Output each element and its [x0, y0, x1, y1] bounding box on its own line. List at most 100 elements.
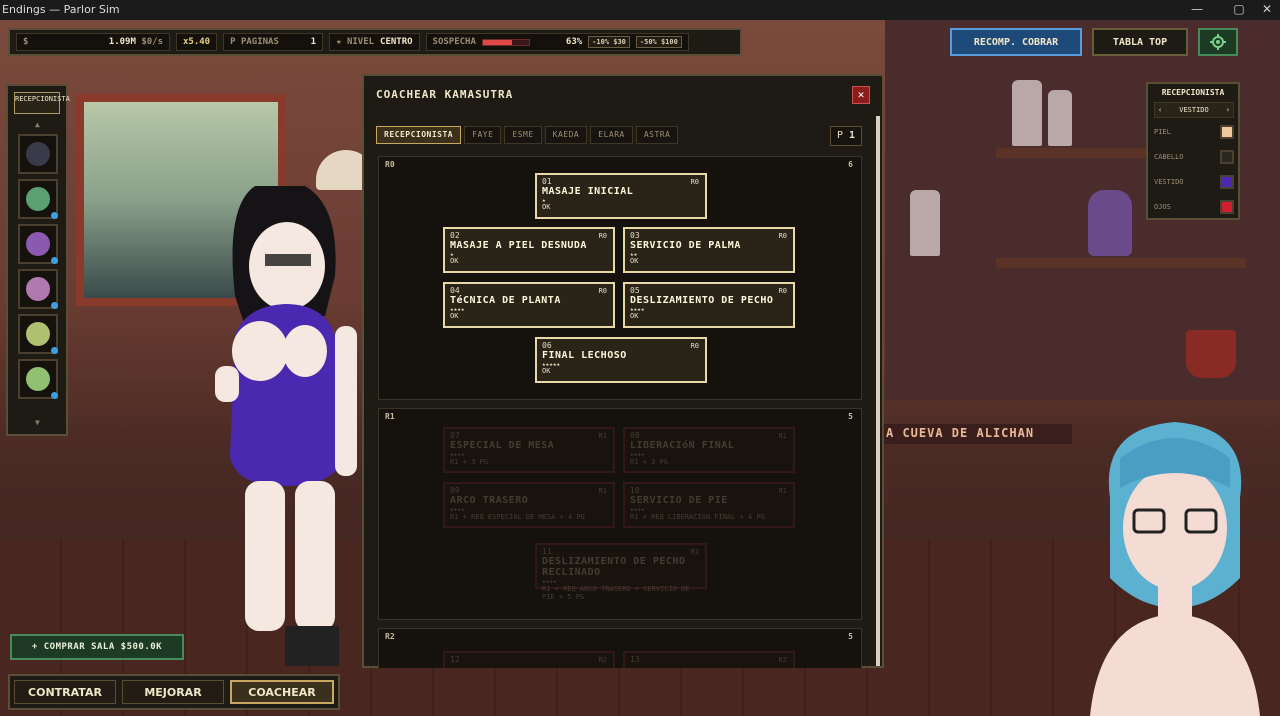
skill-node[interactable]: 03 R0 SERVICIO DE PALMA ★★ OK: [623, 227, 795, 273]
skill-status: OK: [630, 257, 639, 265]
shelf-lower: [996, 258, 1246, 268]
plant-pot-decor: [1186, 330, 1236, 378]
minimize-button[interactable]: —: [1184, 0, 1210, 20]
color-swatch[interactable]: [1220, 175, 1234, 189]
staff-avatar[interactable]: [18, 314, 58, 354]
color-swatch[interactable]: [1220, 150, 1234, 164]
skill-node[interactable]: 10 R1 SERVICIO DE PIE ★★★★ R1 + REQ LIBERACI…: [623, 482, 795, 528]
staff-avatar[interactable]: [18, 179, 58, 219]
reduce-10-button[interactable]: -10% $30: [588, 36, 630, 48]
skill-rank: R0: [690, 342, 699, 350]
close-panel-button[interactable]: ✕: [852, 86, 870, 104]
settings-button[interactable]: [1198, 28, 1238, 56]
skill-stars: ★★★★: [542, 578, 557, 585]
color-option[interactable]: PIEL: [1154, 124, 1234, 140]
staff-avatar[interactable]: [18, 359, 58, 399]
star-icon: ★: [336, 37, 342, 47]
skill-number: 11: [542, 547, 552, 556]
skill-number: 07: [450, 431, 460, 440]
pages-display: P PAGINAS 1: [223, 33, 324, 51]
outfit-selector[interactable]: ‹ VESTIDO ›: [1154, 102, 1234, 118]
reduce-50-button[interactable]: -50% $100: [635, 36, 682, 48]
skill-requirement: R1 + 3 PG: [450, 458, 488, 466]
color-option[interactable]: OJOS: [1154, 199, 1234, 215]
panel-scrollbar[interactable]: [876, 116, 880, 666]
skill-name: DESLIZAMIENTO DE PECHO: [630, 295, 774, 306]
staff-avatar[interactable]: [18, 224, 58, 264]
skill-node[interactable]: 04 R0 TéCNICA DE PLANTA ★★★★ OK: [443, 282, 615, 328]
skill-name: SERVICIO DE PIE: [630, 495, 728, 506]
skill-node[interactable]: 06 R0 FINAL LECHOSO ★★★★★ OK: [535, 337, 707, 383]
skill-rank: R0: [598, 232, 607, 240]
recomp-cobrar-button[interactable]: RECOMP. COBRAR: [950, 28, 1082, 56]
skill-node[interactable]: 12 R2: [443, 651, 615, 668]
window-title: Endings — Parlor Sim: [2, 3, 120, 16]
skill-status: OK: [542, 203, 551, 211]
skill-stars: ★★★★★: [542, 361, 561, 368]
tabla-top-button[interactable]: TABLA TOP: [1092, 28, 1188, 56]
bottom-nav: CONTRATAR MEJORAR COACHEAR: [8, 674, 340, 710]
skill-requirement: R1 + 3 PG: [630, 458, 668, 466]
tier-r0: R0 6 01 R0 MASAJE INICIAL ★ OK 02 R0 MASAJE A P…: [378, 156, 862, 400]
prev-arrow[interactable]: ‹: [1158, 106, 1162, 114]
skill-number: 08: [630, 431, 640, 440]
staff-avatar[interactable]: [18, 134, 58, 174]
staff-avatar[interactable]: [18, 269, 58, 309]
skill-rank: R1: [598, 432, 607, 440]
skill-status: OK: [450, 257, 459, 265]
tab-character[interactable]: FAYE: [464, 126, 502, 144]
scroll-down-arrow[interactable]: ▼: [35, 418, 40, 427]
skill-name: DESLIZAMIENTO DE PECHO RECLINADO: [542, 556, 686, 578]
vtuber-avatar: [1090, 422, 1260, 716]
color-option-label: PIEL: [1154, 128, 1171, 136]
skill-node[interactable]: 02 R0 MASAJE A PIEL DESNUDA ★ OK: [443, 227, 615, 273]
skill-node[interactable]: 08 R1 LIBERACIóN FINAL ★★★★ R1 + 3 PG: [623, 427, 795, 473]
customization-panel: RECEPCIONISTA ‹ VESTIDO › PIEL CABELLO VES…: [1146, 82, 1240, 220]
panel-title: COACHEAR KAMASUTRA: [376, 88, 514, 101]
skill-number: 13: [630, 655, 640, 664]
skill-stars: ★★★★: [630, 506, 645, 513]
maximize-button[interactable]: ▢: [1226, 0, 1252, 20]
nav-contratar-button[interactable]: CONTRATAR: [14, 680, 116, 704]
close-window-button[interactable]: ✕: [1254, 0, 1280, 20]
next-arrow[interactable]: ›: [1226, 106, 1230, 114]
color-swatch[interactable]: [1220, 125, 1234, 139]
search-badge-icon: [51, 257, 58, 264]
skill-stars: ★★★★: [630, 306, 645, 313]
skill-node[interactable]: 11 R1 DESLIZAMIENTO DE PECHO RECLINADO ★★★★…: [535, 543, 707, 601]
tab-character[interactable]: KAEDA: [544, 126, 588, 144]
skill-node[interactable]: 09 R1 ARCO TRASERO ★★★★ R1 + REQ ESPECIAL DE…: [443, 482, 615, 528]
staff-panel-title: RECEPCIONISTA: [14, 92, 70, 114]
skill-node[interactable]: 07 R1 ESPECIAL DE MESA ★★★★ R1 + 3 PG: [443, 427, 615, 473]
tab-character[interactable]: ELARA: [590, 126, 633, 144]
coach-kamasutra-panel: COACHEAR KAMASUTRA ✕ RECEPCIONISTA FAYE ES…: [362, 74, 884, 668]
skill-rank: R1: [598, 487, 607, 495]
nav-mejorar-button[interactable]: MEJORAR: [122, 680, 224, 704]
receptionist-character[interactable]: [215, 186, 365, 666]
skill-name: ARCO TRASERO: [450, 495, 529, 506]
skill-requirement: R1 + REQ ARCO TRASERO + SERVICIO DE PIE …: [542, 585, 690, 601]
nav-coachear-button[interactable]: COACHEAR: [230, 680, 334, 704]
tab-character[interactable]: ASTRA: [635, 126, 679, 144]
vase-decor: [1088, 190, 1132, 256]
scroll-up-arrow[interactable]: ▲: [35, 120, 40, 129]
skill-rank: R0: [778, 287, 787, 295]
skill-number: 10: [630, 486, 640, 495]
tab-recepcionista[interactable]: RECEPCIONISTA: [376, 126, 462, 144]
avatar-face: [26, 322, 50, 346]
color-option[interactable]: VESTIDO: [1154, 174, 1234, 190]
tier-label: R1: [385, 412, 395, 421]
multiplier-value: x5.40: [183, 37, 211, 47]
level-value: CENTRO: [380, 37, 413, 47]
skill-node[interactable]: 01 R0 MASAJE INICIAL ★ OK: [535, 173, 707, 219]
pages-icon: P: [230, 37, 236, 47]
color-swatch[interactable]: [1220, 200, 1234, 214]
skill-node[interactable]: 05 R0 DESLIZAMIENTO DE PECHO ★★★★ OK: [623, 282, 795, 328]
skill-node[interactable]: 13 R2: [623, 651, 795, 668]
color-option[interactable]: CABELLO: [1154, 149, 1234, 165]
skill-tree[interactable]: R0 6 01 R0 MASAJE INICIAL ★ OK 02 R0 MASAJE A P…: [376, 154, 864, 668]
buy-room-button[interactable]: + COMPRAR SALA $500.0K: [10, 634, 184, 660]
skill-name: MASAJE INICIAL: [542, 186, 634, 197]
skill-name: FINAL LECHOSO: [542, 350, 627, 361]
tab-character[interactable]: ESME: [504, 126, 542, 144]
